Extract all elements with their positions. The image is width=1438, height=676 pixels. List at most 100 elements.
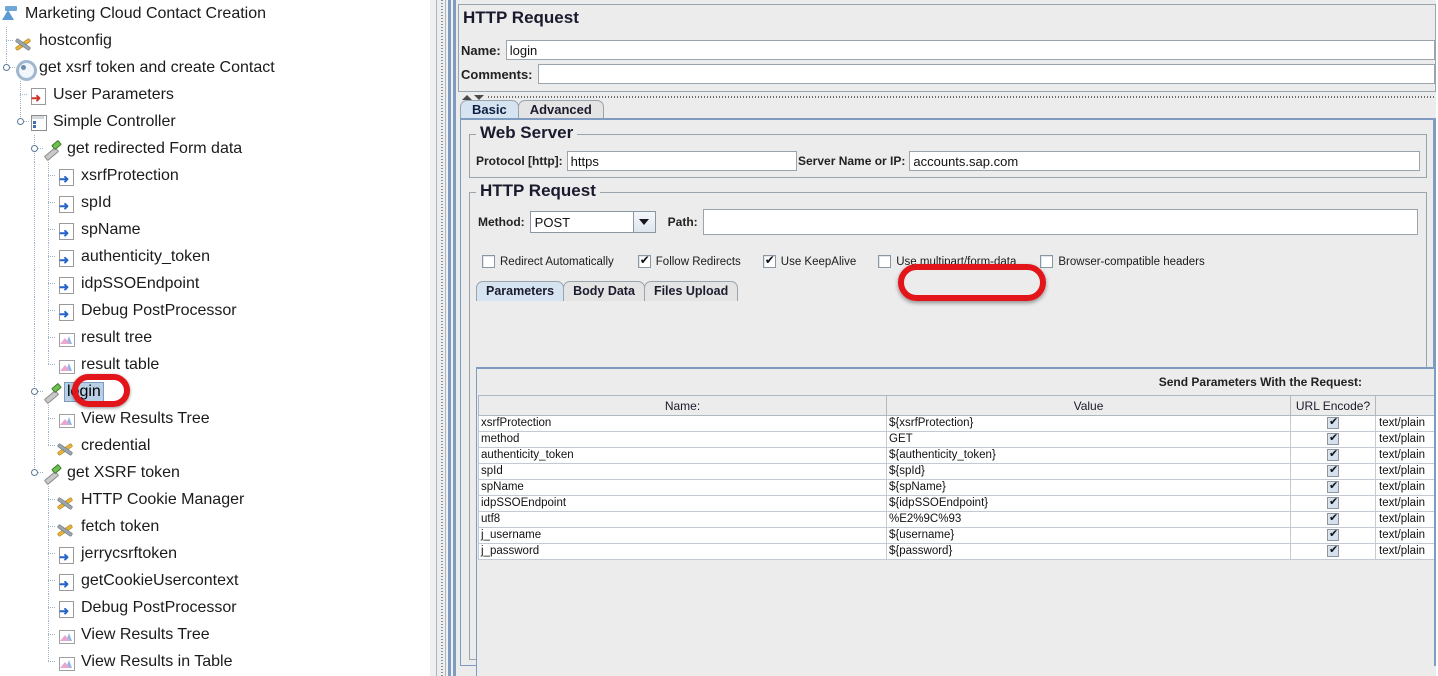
- method-select[interactable]: POST: [529, 211, 656, 233]
- option-redirect-automatically[interactable]: Redirect Automatically: [482, 255, 614, 268]
- param-url-encode-cell[interactable]: [1290, 431, 1376, 448]
- option-use-multipart-form-data[interactable]: Use multipart/form-data: [878, 255, 1016, 268]
- column-header[interactable]: URL Encode?: [1290, 395, 1376, 416]
- param-value-cell[interactable]: %E2%9C%93: [886, 511, 1291, 528]
- tree-node[interactable]: ➜ xsrfProtection: [0, 162, 430, 189]
- tree-node[interactable]: ➜ authenticity_token: [0, 243, 430, 270]
- param-content-type-cell[interactable]: text/plain: [1375, 463, 1438, 480]
- param-value-cell[interactable]: GET: [886, 431, 1291, 448]
- param-content-type-cell[interactable]: text/plain: [1375, 511, 1438, 528]
- param-content-type-cell[interactable]: text/plain: [1375, 447, 1438, 464]
- name-input[interactable]: login: [505, 40, 1435, 60]
- request-data-tabs[interactable]: Parameters Body Data Files Upload: [476, 281, 739, 301]
- tree-node-label[interactable]: get XSRF token: [65, 464, 182, 482]
- tree-node[interactable]: ➜ spId: [0, 189, 430, 216]
- tree-expand-toggle[interactable]: [17, 118, 24, 125]
- checkbox-icon[interactable]: [878, 255, 892, 268]
- tree-node-label[interactable]: result table: [79, 356, 161, 374]
- param-name-cell[interactable]: xsrfProtection: [478, 415, 887, 432]
- test-plan-tree[interactable]: Marketing Cloud Contact Creation hostconf…: [0, 0, 430, 676]
- param-name-cell[interactable]: authenticity_token: [478, 447, 887, 464]
- parameters-table-body[interactable]: xsrfProtection${xsrfProtection} text/plai…: [478, 415, 1438, 560]
- subtab-files-upload[interactable]: Files Upload: [643, 281, 739, 301]
- table-row[interactable]: j_username${username} text/plain: [478, 527, 1438, 544]
- checkbox-icon[interactable]: [637, 253, 651, 268]
- tree-node[interactable]: result tree: [0, 324, 430, 351]
- tree-expand-toggle[interactable]: [31, 145, 38, 152]
- tree-node[interactable]: ➜ idpSSOEndpoint: [0, 270, 430, 297]
- param-name-cell[interactable]: j_username: [478, 527, 887, 544]
- main-tabs[interactable]: Basic Advanced: [460, 99, 604, 119]
- table-row[interactable]: utf8%E2%9C%93 text/plain: [478, 511, 1438, 528]
- tree-node[interactable]: login: [0, 378, 430, 405]
- path-input[interactable]: [702, 209, 1418, 235]
- server-name-input[interactable]: accounts.sap.com: [909, 151, 1420, 171]
- param-content-type-cell[interactable]: text/plain: [1375, 495, 1438, 512]
- checkbox-icon[interactable]: [1327, 463, 1339, 477]
- parameters-table[interactable]: Name: Value URL Encode? xsrfProtection ${xs…: [478, 395, 1438, 560]
- tree-node-label[interactable]: credential: [79, 437, 152, 455]
- tree-node[interactable]: View Results in Table: [0, 648, 430, 675]
- param-value-cell[interactable]: ${idpSSOEndpoint}: [886, 495, 1291, 512]
- tree-node-label[interactable]: hostconfig: [37, 32, 114, 50]
- tree-node-label[interactable]: User Parameters: [51, 86, 176, 104]
- tab-advanced[interactable]: Advanced: [517, 100, 604, 119]
- tree-node[interactable]: HTTP Cookie Manager: [0, 486, 430, 513]
- tree-node-label[interactable]: Simple Controller: [51, 113, 178, 131]
- tree-node[interactable]: get redirected Form data: [0, 135, 430, 162]
- option-browser-compatible-headers[interactable]: Browser-compatible headers: [1040, 255, 1205, 268]
- tree-node[interactable]: View Results Tree: [0, 405, 430, 432]
- param-name-cell[interactable]: spName: [478, 479, 887, 496]
- param-value-cell[interactable]: ${spId}: [886, 463, 1291, 480]
- tree-node[interactable]: ➜ User Parameters: [0, 81, 430, 108]
- param-name-cell[interactable]: j_password: [478, 543, 887, 560]
- subtab-body-data[interactable]: Body Data: [563, 281, 645, 301]
- param-url-encode-cell[interactable]: [1290, 415, 1376, 432]
- protocol-input[interactable]: https: [566, 151, 797, 171]
- tree-node[interactable]: fetch token: [0, 513, 430, 540]
- param-url-encode-cell[interactable]: [1290, 495, 1376, 512]
- param-name-cell[interactable]: spId: [478, 463, 887, 480]
- param-name-cell[interactable]: idpSSOEndpoint: [478, 495, 887, 512]
- pane-splitter[interactable]: [430, 0, 456, 676]
- param-value-cell[interactable]: ${password}: [886, 543, 1291, 560]
- column-header[interactable]: Value: [886, 395, 1291, 416]
- tree-node-label[interactable]: get redirected Form data: [65, 140, 244, 158]
- column-header[interactable]: [1375, 395, 1438, 416]
- checkbox-icon[interactable]: [1040, 255, 1054, 268]
- tree-node-label[interactable]: View Results Tree: [79, 410, 212, 428]
- table-row[interactable]: methodGET text/plain: [478, 431, 1438, 448]
- param-name-cell[interactable]: utf8: [478, 511, 887, 528]
- checkbox-icon[interactable]: [1327, 415, 1339, 429]
- param-url-encode-cell[interactable]: [1290, 463, 1376, 480]
- checkbox-icon[interactable]: [1327, 447, 1339, 461]
- tree-expand-toggle[interactable]: [31, 469, 38, 476]
- tree-node[interactable]: hostconfig: [0, 27, 430, 54]
- checkbox-icon[interactable]: [1327, 543, 1339, 557]
- param-value-cell[interactable]: ${xsrfProtection}: [886, 415, 1291, 432]
- tree-node-label[interactable]: result tree: [79, 329, 154, 347]
- checkbox-icon[interactable]: [1327, 495, 1339, 509]
- tree-node-label[interactable]: jerrycsrftoken: [79, 545, 179, 563]
- param-content-type-cell[interactable]: text/plain: [1375, 527, 1438, 544]
- tree-node[interactable]: Marketing Cloud Contact Creation: [0, 0, 430, 27]
- tree-node[interactable]: ➜ spName: [0, 216, 430, 243]
- tree-node-label[interactable]: idpSSOEndpoint: [79, 275, 201, 293]
- param-value-cell[interactable]: ${authenticity_token}: [886, 447, 1291, 464]
- tree-node-label[interactable]: View Results Tree: [79, 626, 212, 644]
- option-use-keepalive[interactable]: Use KeepAlive: [762, 253, 856, 268]
- tree-node[interactable]: Simple Controller: [0, 108, 430, 135]
- param-url-encode-cell[interactable]: [1290, 543, 1376, 560]
- tab-basic[interactable]: Basic: [460, 100, 519, 119]
- param-name-cell[interactable]: method: [478, 431, 887, 448]
- tree-node[interactable]: get xsrf token and create Contact: [0, 54, 430, 81]
- tree-node-label[interactable]: xsrfProtection: [79, 167, 181, 185]
- tree-expand-toggle[interactable]: [31, 388, 38, 395]
- param-url-encode-cell[interactable]: [1290, 447, 1376, 464]
- tree-node-label[interactable]: View Results in Table: [79, 653, 235, 671]
- splitter-track[interactable]: [436, 0, 446, 676]
- table-row[interactable]: j_password${password} text/plain: [478, 543, 1438, 560]
- tree-node[interactable]: get XSRF token: [0, 459, 430, 486]
- tree-node-label[interactable]: fetch token: [79, 518, 161, 536]
- param-content-type-cell[interactable]: text/plain: [1375, 479, 1438, 496]
